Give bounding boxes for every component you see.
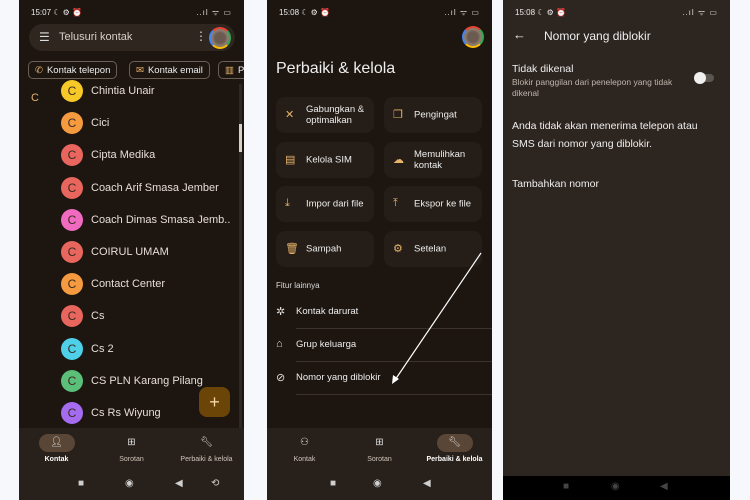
status-icons: ..ıl ᯤ ▭ — [196, 8, 232, 17]
wrench-icon: 🔧︎ — [436, 434, 473, 452]
add-contact-button[interactable]: + — [199, 387, 230, 417]
contact-name: Cipta Medika — [91, 149, 156, 162]
building-icon: ▥ — [225, 65, 234, 76]
contact-avatar: C — [61, 337, 83, 360]
contact-name: Cs 2 — [91, 342, 114, 355]
chip-kontak-email[interactable]: ✉ Kontak email — [129, 61, 210, 79]
contact-avatar: C — [61, 144, 83, 167]
home-icon[interactable]: ◉ — [125, 478, 134, 489]
contacts-screen: 15:07 ☾ ⚙ ⏰ ..ıl ᯤ ▭ ☰ Telusuri kontak ⋮… — [19, 0, 244, 500]
status-time: 15:08 ☾ ⚙ ⏰ — [515, 8, 567, 17]
back-icon[interactable]: ◀ — [423, 478, 431, 489]
search-bar[interactable]: ☰ Telusuri kontak ⋮ — [29, 24, 235, 51]
contact-avatar: C — [61, 273, 83, 296]
section-letter: C — [31, 92, 39, 104]
contact-avatar: C — [61, 112, 83, 135]
recents-icon[interactable]: ■ — [563, 481, 569, 492]
tab-kontak[interactable]: 👤︎ Kontak — [19, 434, 94, 463]
back-icon[interactable]: ◀ — [175, 478, 183, 489]
contact-avatar: C — [61, 402, 83, 424]
tab-sorotan[interactable]: ⊞ Sorotan — [342, 434, 417, 463]
recents-icon[interactable]: ■ — [330, 478, 336, 489]
back-icon[interactable]: ◀ — [660, 481, 668, 492]
contact-name: Contact Center — [91, 278, 165, 291]
contact-name: Cs Rs Wiyung — [91, 407, 161, 419]
contact-avatar: C — [61, 369, 83, 392]
person-icon: ⚇ — [300, 437, 309, 448]
unknown-toggle[interactable] — [694, 72, 714, 84]
chip-more[interactable]: ▥ P — [218, 61, 244, 79]
highlight-icon: ⊞ — [375, 437, 384, 448]
tab-sorotan[interactable]: ⊞ Sorotan — [94, 434, 169, 463]
contact-name: COIRUL UMAM — [91, 246, 169, 258]
mail-icon: ✉ — [136, 65, 144, 76]
contact-name: Chintia Unair — [91, 85, 155, 97]
rotate-icon[interactable]: ⟲ — [211, 478, 219, 489]
contact-row[interactable]: C Coach Dimas Smasa Jemb.. — [61, 208, 241, 233]
search-input[interactable]: Telusuri kontak — [59, 31, 132, 43]
contact-row[interactable]: C COIRUL UMAM — [61, 241, 241, 265]
tab-label: Kontak — [44, 456, 69, 463]
contact-name: Cs — [91, 310, 105, 323]
blocked-numbers-screen: 15:08 ☾ ⚙ ⏰ ..ıl ᯤ ▭ ← Nomor yang diblok… — [503, 0, 730, 500]
contact-row[interactable]: C Cs 2 — [61, 337, 241, 362]
contact-avatar: C — [61, 208, 83, 231]
status-icons: ..ıl ᯤ ▭ — [682, 8, 718, 17]
contact-avatar: C — [61, 80, 83, 102]
chip-kontak-telepon[interactable]: ✆ Kontak telepon — [28, 61, 118, 79]
system-nav: ■ ◉ ◀ ⟲ — [19, 470, 244, 500]
highlight-icon: ⊞ — [127, 437, 136, 448]
contact-row[interactable]: C Contact Center — [61, 273, 241, 297]
scrollbar[interactable] — [239, 84, 242, 428]
contact-row[interactable]: C Cipta Medika — [61, 144, 241, 168]
tab-label: Perbaiki & kelola — [426, 456, 483, 463]
wrench-icon: 🔧︎ — [200, 437, 213, 448]
system-nav: ■ ◉ ◀ — [267, 470, 492, 500]
person-icon: 👤︎ — [38, 434, 75, 452]
bottom-nav: ⚇ Kontak ⊞ Sorotan 🔧︎ Perbaiki & kelola — [267, 428, 492, 470]
tab-perbaiki[interactable]: 🔧︎ Perbaiki & kelola — [417, 434, 492, 463]
manage-screen: 15:08 ☾ ⚙ ⏰ ..ıl ᯤ ▭ Perbaiki & kelola ✕… — [267, 0, 492, 500]
annotation-arrow — [392, 252, 482, 384]
contact-avatar: C — [61, 241, 83, 263]
hamburger-icon[interactable]: ☰ — [39, 30, 50, 44]
contact-avatar: C — [61, 176, 83, 199]
info-text: Anda tidak akan menerima telepon atau SM… — [512, 120, 698, 150]
unknown-description: Blokir panggilan dari penelepon yang tid… — [512, 77, 673, 98]
home-icon[interactable]: ◉ — [611, 481, 620, 492]
status-time: 15:07 ☾ ⚙ ⏰ — [31, 8, 83, 17]
contact-row[interactable]: C Chintia Unair — [61, 80, 241, 104]
tab-label: Kontak — [293, 456, 316, 463]
tab-label: Sorotan — [119, 456, 144, 463]
contact-row[interactable]: C Cs — [61, 305, 241, 329]
back-arrow-icon[interactable]: ← — [513, 27, 526, 42]
page-title: Nomor yang diblokir — [544, 29, 651, 43]
phone-icon: ✆ — [35, 65, 43, 76]
contact-name: Coach Arif Smasa Jember — [91, 181, 219, 194]
home-icon[interactable]: ◉ — [373, 478, 382, 489]
bottom-nav: 👤︎ Kontak ⊞ Sorotan 🔧︎ Perbaiki & kelola — [19, 428, 244, 470]
recents-icon[interactable]: ■ — [78, 478, 84, 489]
contact-row[interactable]: C Coach Arif Smasa Jember — [61, 176, 241, 201]
tab-perbaiki[interactable]: 🔧︎ Perbaiki & kelola — [169, 434, 244, 463]
tab-label: Sorotan — [367, 456, 392, 463]
unknown-title: Tidak dikenal — [512, 63, 574, 75]
contact-name: Cici — [91, 117, 110, 130]
contact-row[interactable]: C Cici — [61, 112, 241, 136]
contact-avatar: C — [61, 305, 83, 328]
add-number-button[interactable]: Tambahkan nomor — [512, 178, 599, 190]
contact-name: Coach Dimas Smasa Jemb.. — [91, 213, 231, 226]
tab-kontak[interactable]: ⚇ Kontak — [267, 434, 342, 463]
contact-name: CS PLN Karang Pilang — [91, 374, 203, 387]
system-nav: ■ ◉ ◀ — [503, 476, 730, 500]
avatar[interactable] — [209, 27, 231, 49]
tab-label: Perbaiki & kelola — [180, 456, 233, 463]
more-vert-icon[interactable]: ⋮ — [195, 29, 207, 43]
